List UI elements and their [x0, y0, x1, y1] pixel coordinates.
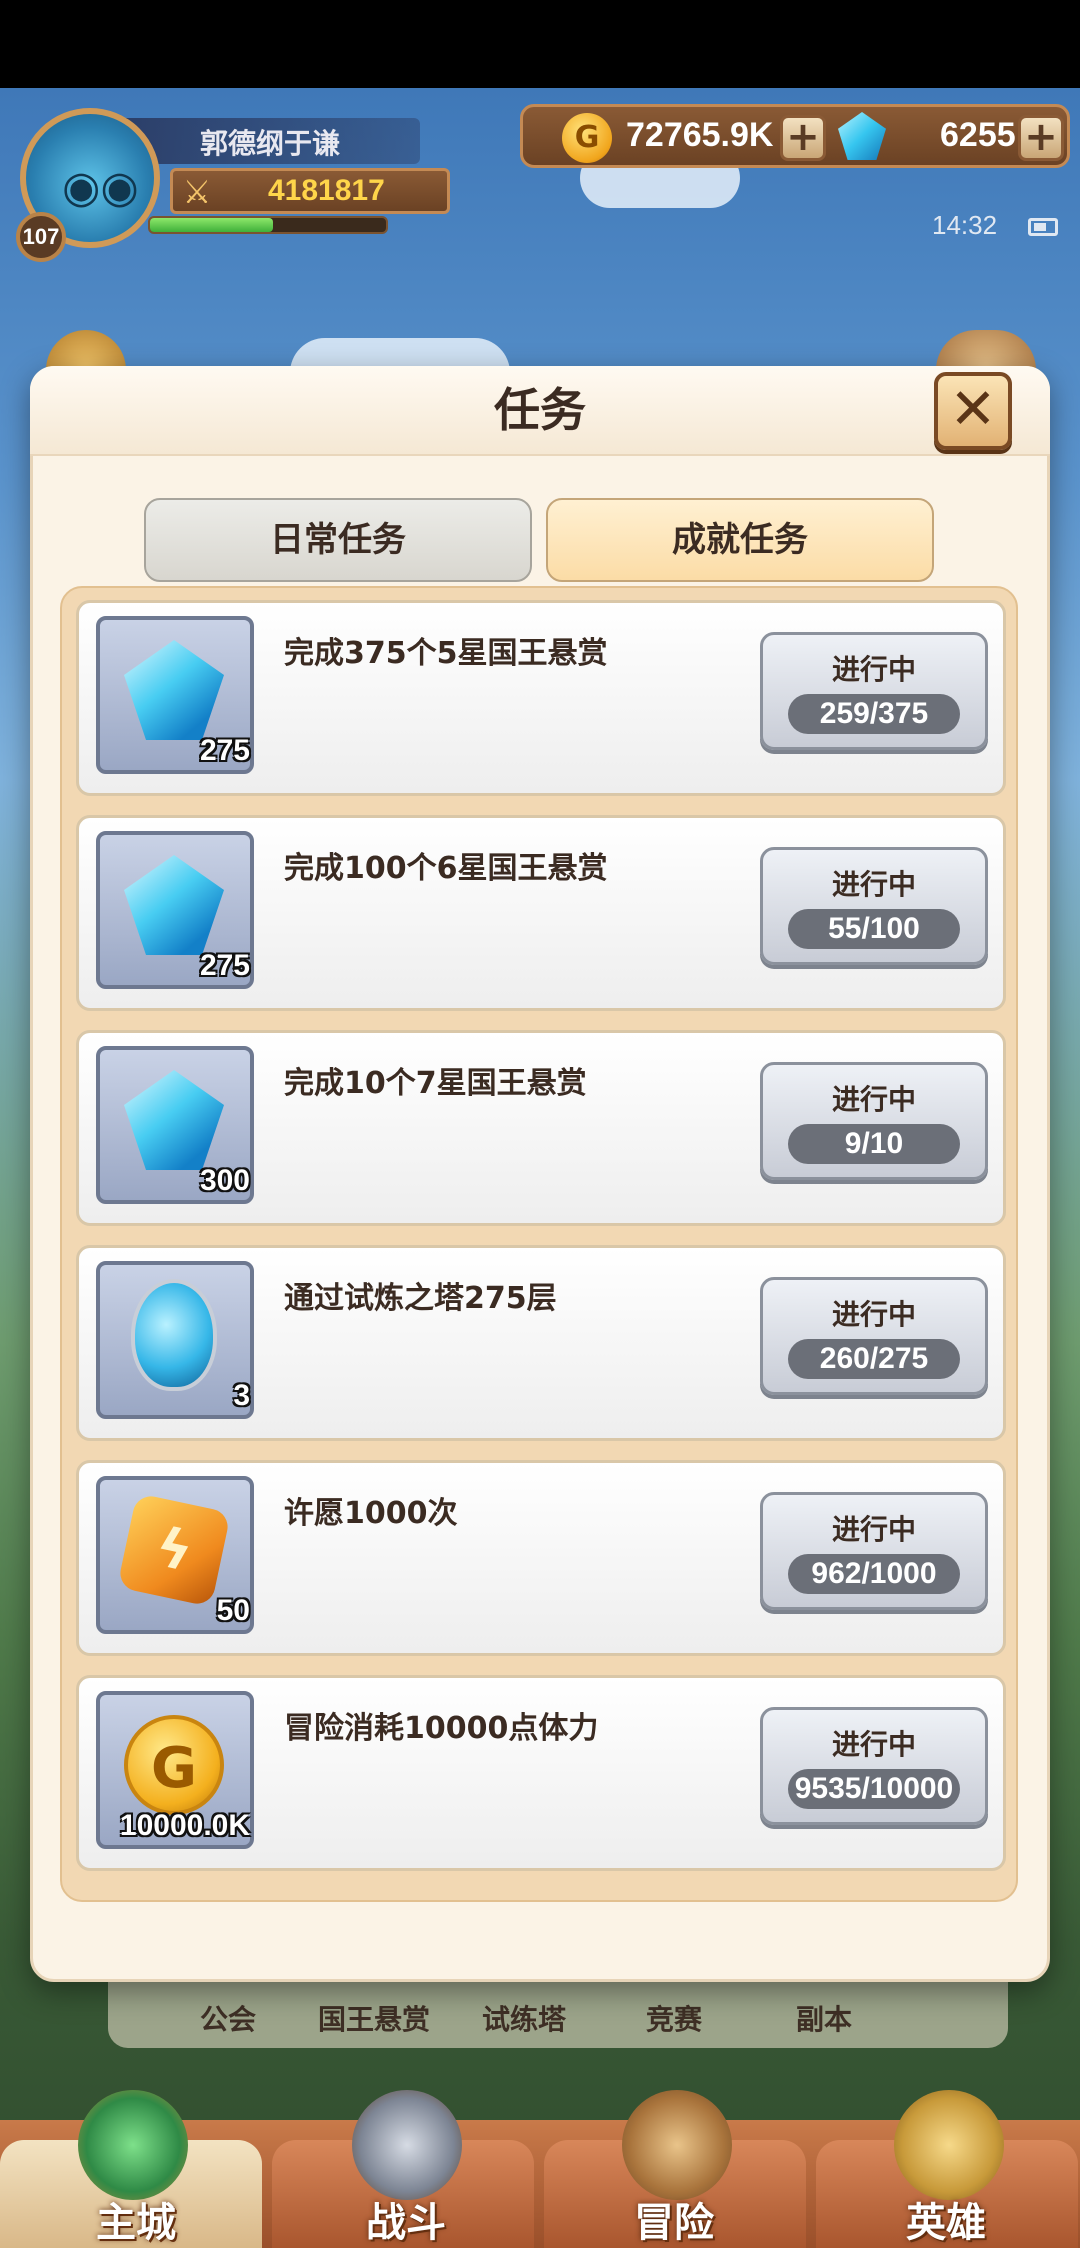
task-status: 进行中 — [831, 1728, 916, 1761]
swords-icon — [352, 2090, 462, 2200]
player-power: 4181817 — [268, 174, 385, 207]
task-description: 完成375个5星国王悬赏 — [284, 636, 608, 671]
player-name: 郭德纲于谦 — [200, 127, 341, 160]
hero-crest-icon — [894, 2090, 1004, 2200]
tab-adventure-label: 冒险 — [634, 2200, 714, 2246]
subnav-king-bounty[interactable]: 国王悬赏 — [318, 1998, 430, 2038]
task-status: 进行中 — [831, 1513, 916, 1546]
tab-heroes-label: 英雄 — [906, 2200, 986, 2246]
xp-bar-fill — [150, 218, 273, 232]
add-gold-button[interactable]: + — [780, 115, 826, 161]
crossed-swords-icon: ⚔ — [182, 173, 212, 211]
xp-bar — [148, 216, 388, 234]
castle-icon — [78, 2090, 188, 2200]
dialog-title: 任务 — [494, 383, 586, 437]
add-gems-button[interactable]: + — [1018, 115, 1064, 161]
tab-battle-label: 战斗 — [366, 2200, 446, 2246]
tab-daily-tasks[interactable]: 日常任务 — [144, 498, 532, 582]
close-button[interactable]: ✕ — [934, 372, 1012, 450]
rune-icon: ϟ — [117, 1493, 231, 1607]
battery-icon — [1028, 218, 1058, 236]
task-progress: 259/375 — [819, 697, 929, 730]
level-badge: 107 — [16, 212, 66, 262]
gem-amount: 6255 — [940, 116, 1016, 154]
gold-coin-icon: G — [124, 1715, 224, 1815]
task-progress: 962/1000 — [811, 1557, 937, 1590]
task-status: 进行中 — [831, 1298, 916, 1331]
tab-achievement-tasks[interactable]: 成就任务 — [546, 498, 934, 582]
task-status: 进行中 — [831, 1083, 916, 1116]
task-description: 完成100个6星国王悬赏 — [284, 851, 608, 886]
task-description: 许愿1000次 — [284, 1496, 458, 1531]
task-status: 进行中 — [831, 868, 916, 901]
task-description: 完成10个7星国王悬赏 — [284, 1066, 587, 1101]
task-progress: 55/100 — [828, 912, 920, 945]
task-status: 进行中 — [831, 653, 916, 686]
clock: 14:32 — [932, 210, 998, 240]
task-progress: 9535/10000 — [794, 1772, 954, 1805]
reward-count: 300 — [199, 1164, 250, 1197]
task-progress: 260/275 — [819, 1342, 929, 1375]
subnav-dungeon[interactable]: 副本 — [796, 1998, 852, 2038]
tab-main-city-label: 主城 — [96, 2200, 176, 2246]
subnav-contest[interactable]: 竞赛 — [646, 1998, 702, 2038]
subnav-trial-tower[interactable]: 试练塔 — [482, 1998, 566, 2038]
reward-count: 3 — [233, 1379, 250, 1412]
subnav-guild[interactable]: 公会 — [200, 1998, 256, 2038]
close-icon: ✕ — [949, 377, 997, 442]
task-progress: 9/10 — [844, 1127, 904, 1160]
task-description: 通过试炼之塔275层 — [284, 1281, 557, 1316]
reward-count: 10000.0K — [119, 1809, 250, 1842]
scroll-map-icon — [622, 2090, 732, 2200]
gold-amount: 72765.9K — [626, 116, 774, 154]
monster-face-icon: ◉◉ — [62, 162, 139, 213]
reward-count: 275 — [199, 734, 250, 767]
egg-icon — [131, 1279, 217, 1391]
reward-count: 275 — [199, 949, 250, 982]
gold-coin-icon: G — [562, 113, 612, 163]
system-status-bar — [0, 0, 1080, 88]
reward-count: 50 — [216, 1594, 250, 1627]
task-description: 冒险消耗10000点体力 — [284, 1711, 599, 1746]
